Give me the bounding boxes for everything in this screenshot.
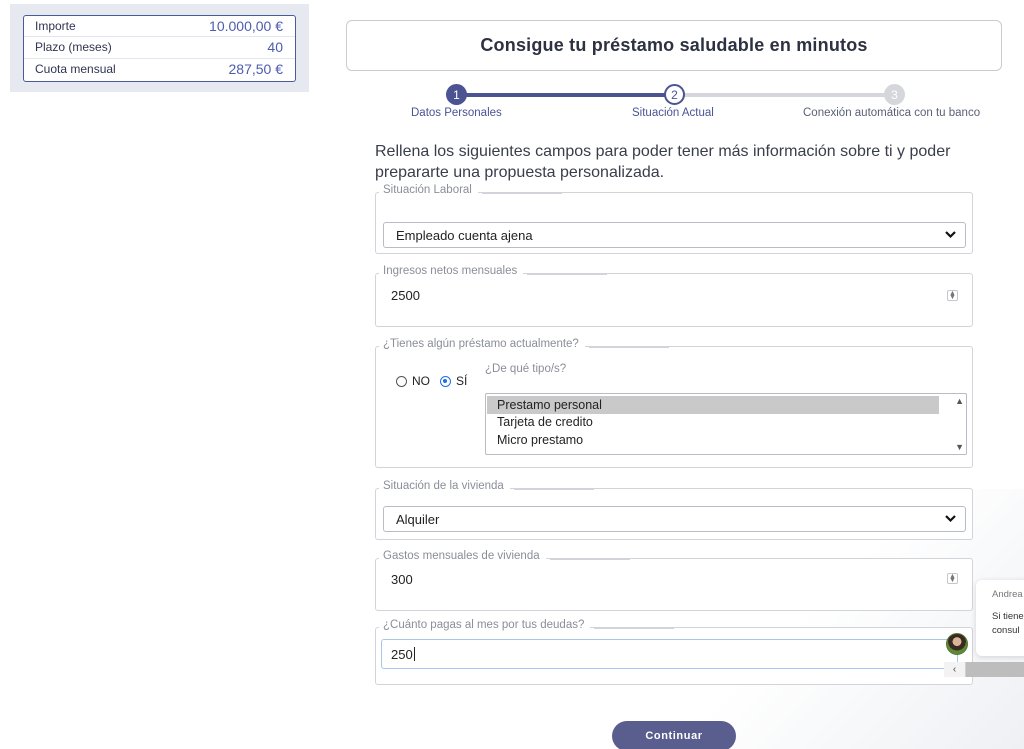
fieldset-vivienda: Situación de la vivienda Alquiler [375,480,973,540]
form-intro-text: Rellena los siguientes campos para poder… [375,143,951,181]
page-title: Consigue tu préstamo saludable en minuto… [480,35,868,55]
loan-type-option[interactable]: Prestamo personal [487,396,939,414]
input-value: 250 [391,646,413,662]
summary-label: Cuota mensual [35,62,116,77]
chat-agent-avatar[interactable] [946,633,968,655]
stepper-line-pending [674,93,894,97]
loan-summary-panel: Importe 10.000,00 € Plazo (meses) 40 Cuo… [10,4,309,92]
summary-value: 10.000,00 € [209,18,283,35]
fieldset-deudas: ¿Cuánto pagas al mes por tus deudas? 250 [375,619,973,685]
step-2-circle: 2 [664,84,685,105]
situacion-laboral-select[interactable]: Empleado cuenta ajena [383,222,966,248]
continue-button[interactable]: Continuar [612,721,736,749]
loan-type-listbox[interactable]: Prestamo personal Tarjeta de credito Mic… [485,393,967,455]
field-legend: ¿Cuánto pagas al mes por tus deudas? [379,619,675,631]
vivienda-select[interactable]: Alquiler [383,506,966,532]
header-card: Consigue tu préstamo saludable en minuto… [346,20,1002,71]
chat-message-line: consul [992,625,1020,636]
radio-no[interactable] [396,375,407,387]
radio-si[interactable] [440,375,451,387]
scroll-up-icon[interactable]: ▲ [955,396,964,406]
summary-row-cuota: Cuota mensual 287,50 € [24,59,295,80]
loan-type-option[interactable]: Micro prestamo [487,431,939,449]
input-value: 2500 [391,288,420,303]
chevron-down-icon [945,231,956,239]
input-value: 300 [391,572,413,587]
summary-value: 287,50 € [228,61,284,78]
chat-message-line: Si tiene [992,611,1024,622]
step-3-label: Conexión automática con tu banco [803,107,981,119]
text-caret [413,647,415,661]
select-value: Empleado cuenta ajena [396,227,533,243]
field-legend: Ingresos netos mensuales [379,265,608,277]
chat-agent-name: Andrea [992,589,1023,600]
loan-summary-table: Importe 10.000,00 € Plazo (meses) 40 Cuo… [23,15,296,82]
summary-row-plazo: Plazo (meses) 40 [24,37,295,59]
field-legend: ¿Tienes algún préstamo actualmente? [379,338,669,350]
ingresos-input[interactable]: 2500 [383,288,963,303]
chat-preview-bubble[interactable]: Andrea Si tiene consul [976,580,1024,656]
number-spinner-icon[interactable]: ▲ ▼ [947,573,958,584]
radio-si-label: SÍ [456,374,468,388]
progress-stepper: 1 2 3 Datos Personales Situación Actual … [346,80,1024,122]
loan-type-option[interactable]: Tarjeta de credito [487,414,939,432]
field-legend: Situación Laboral [379,184,562,196]
chevron-left-icon[interactable]: ‹ [944,662,966,677]
field-legend: Situación de la vivienda [379,480,594,492]
fieldset-gastos-vivienda: Gastos mensuales de vivienda 300 ▲ ▼ [375,550,973,611]
fieldset-situacion-laboral: Situación Laboral Empleado cuenta ajena [375,184,973,254]
chevron-down-icon [945,515,956,523]
gastos-vivienda-input[interactable]: 300 [383,572,963,587]
summary-value: 40 [267,39,283,56]
scroll-down-icon[interactable]: ▼ [955,442,964,452]
step-1-label: Datos Personales [411,107,502,119]
stepper-line-completed [456,93,674,97]
summary-label: Plazo (meses) [35,40,112,55]
prestamo-radio-group: NO SÍ [396,374,477,388]
deudas-input[interactable]: 250 [381,639,958,669]
loan-type-question: ¿De qué tipo/s? [485,363,567,375]
step-3-circle: 3 [884,84,905,105]
fieldset-ingresos: Ingresos netos mensuales 2500 ▲ ▼ [375,265,973,327]
step-1-circle: 1 [446,84,467,105]
summary-label: Importe [35,19,76,34]
select-value: Alquiler [396,511,440,527]
chat-toggle-bar[interactable]: ‹ [944,662,1024,677]
radio-no-label: NO [412,374,430,388]
step-2-label: Situación Actual [632,107,714,119]
summary-row-importe: Importe 10.000,00 € [24,16,295,38]
number-spinner-icon[interactable]: ▲ ▼ [947,290,958,301]
field-legend: Gastos mensuales de vivienda [379,550,630,562]
fieldset-prestamo: ¿Tienes algún préstamo actualmente? NO S… [375,338,973,468]
